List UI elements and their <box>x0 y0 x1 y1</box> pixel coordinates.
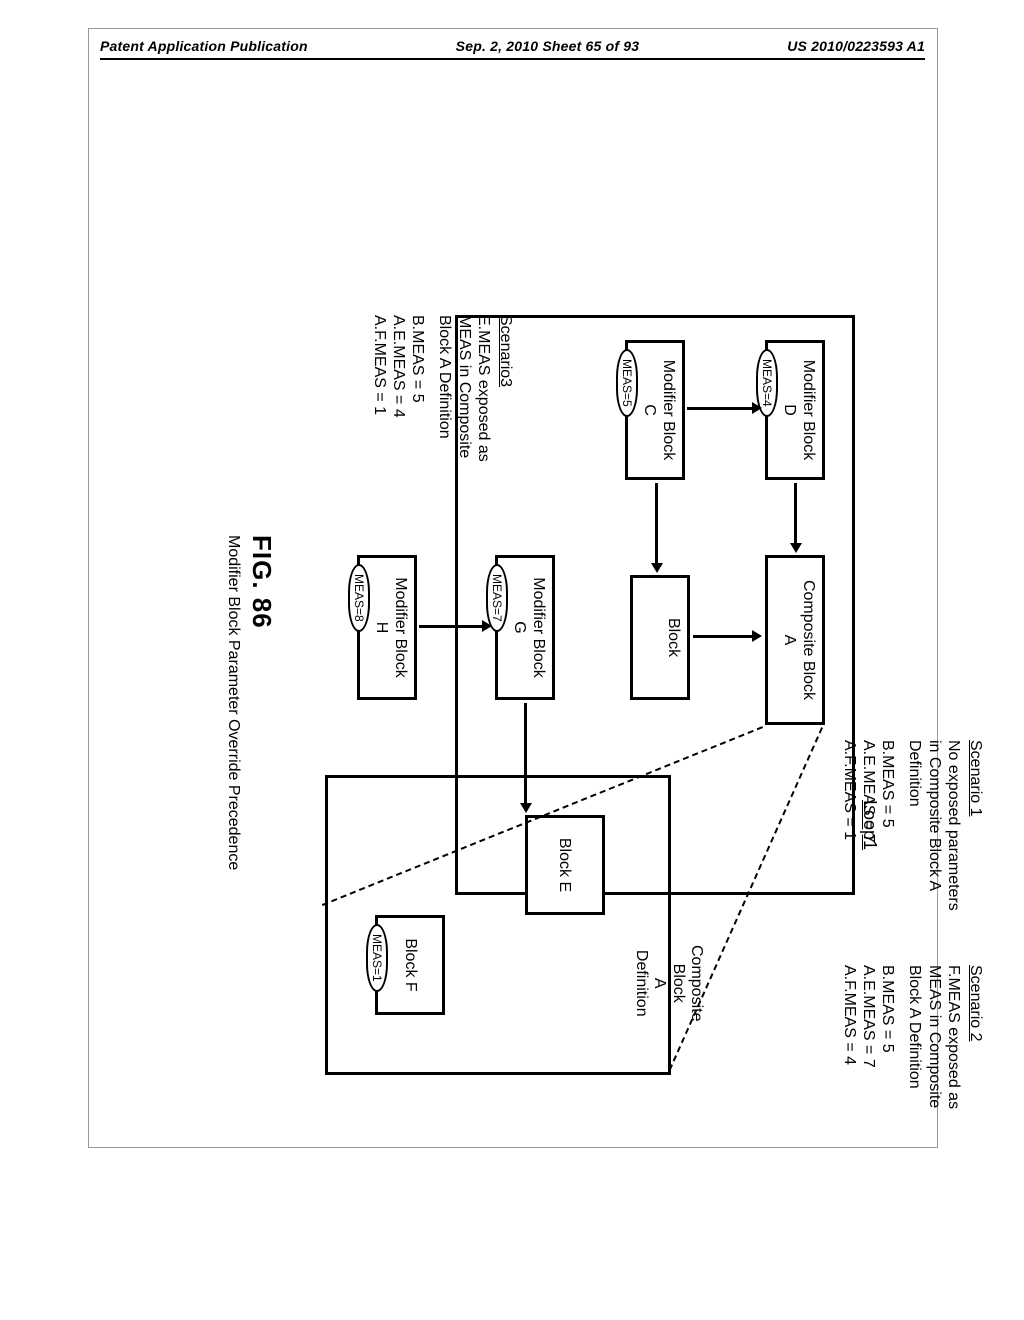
figure-caption-text: Modifier Block Parameter Override Preced… <box>221 535 243 870</box>
modifier-block-h: Modifier Block H MEAS=8 <box>357 555 417 700</box>
arrow-h-to-g-head <box>482 620 492 632</box>
scenario-2-vals: B.MEAS = 5 A.E.MEAS = 7 A.F.MEAS = 4 <box>840 965 898 1155</box>
scenario-1-vals: B.MEAS = 5 A.E.MEAS = 7 A.F.MEAS = 1 <box>840 740 898 955</box>
scenario-1-desc: No exposed parameters in Composite Block… <box>905 740 963 955</box>
scenario-3-vals: B.MEAS = 5 A.E.MEAS = 4 A.F.MEAS = 1 <box>370 315 428 515</box>
modifier-block-h-label: Modifier Block H <box>368 558 414 697</box>
scenario-2: Scenario 2 F.MEAS exposed as MEAS in Com… <box>840 965 985 1155</box>
scenario-1-val-0: B.MEAS = 5 <box>878 740 897 955</box>
modifier-block-d: Modifier Block D MEAS=4 <box>765 340 825 480</box>
scenario-1-title: Scenario 1 <box>966 740 985 955</box>
modifier-block-g: Modifier Block G MEAS=7 <box>495 555 555 700</box>
figure-caption: FIG. 86 Modifier Block Parameter Overrid… <box>221 535 280 870</box>
scenario-2-val-0: B.MEAS = 5 <box>878 965 897 1155</box>
page-header: Patent Application Publication Sep. 2, 2… <box>100 38 925 54</box>
arrow-h-to-g <box>419 625 483 628</box>
scenario-2-val-2: A.F.MEAS = 4 <box>840 965 859 1155</box>
diagram-stage: Loop1 Modifier Block D MEAS=4 Modifier B… <box>45 285 915 925</box>
scenario-3-title: Scenario3 <box>496 315 515 515</box>
header-center: Sep. 2, 2010 Sheet 65 of 93 <box>456 38 640 54</box>
scenario-1-val-1: A.E.MEAS = 7 <box>859 740 878 955</box>
figure-number: FIG. 86 <box>244 535 280 870</box>
scenario-2-val-1: A.E.MEAS = 7 <box>859 965 878 1155</box>
arrow-c-to-d <box>687 407 753 410</box>
scenario-3: Scenario3 E.MEAS exposed as MEAS in Comp… <box>370 315 515 515</box>
arrow-g-to-e <box>524 703 527 805</box>
scenario-3-val-1: A.E.MEAS = 4 <box>389 315 408 515</box>
arrow-d-to-a <box>794 483 797 545</box>
arrow-d-to-a-head <box>790 543 802 553</box>
modifier-block-c-label: Modifier Block C <box>636 343 682 477</box>
block-e-label: Block E <box>551 818 602 912</box>
block-f: Block F MEAS=1 <box>375 915 445 1015</box>
scenario-2-title: Scenario 2 <box>966 965 985 1155</box>
generic-block-label: Block <box>660 578 687 697</box>
scenario-3-desc: E.MEAS exposed as MEAS in Composite Bloc… <box>435 315 493 515</box>
modifier-block-c-meas: MEAS=5 <box>616 349 638 417</box>
arrow-c-to-block <box>655 483 658 565</box>
scenario-1-val-2: A.F.MEAS = 1 <box>840 740 859 955</box>
arrow-c-to-d-head <box>752 402 762 414</box>
modifier-block-c: Modifier Block C MEAS=5 <box>625 340 685 480</box>
header-right: US 2010/0223593 A1 <box>787 38 925 54</box>
arrow-g-to-e-head <box>520 803 532 813</box>
composite-block-a: Composite Block A <box>765 555 825 725</box>
generic-block: Block <box>630 575 690 700</box>
block-f-label: Block F <box>397 918 442 1012</box>
scenario-1: Scenario 1 No exposed parameters in Comp… <box>840 740 985 955</box>
block-e: Block E <box>525 815 605 915</box>
arrow-block-to-a-head <box>752 630 762 642</box>
composite-block-a-label: Composite Block A <box>776 558 822 722</box>
scenario-3-val-2: A.F.MEAS = 1 <box>370 315 389 515</box>
modifier-block-h-meas: MEAS=8 <box>348 564 370 632</box>
modifier-block-g-label: Modifier Block G <box>506 558 552 697</box>
arrow-c-to-block-head <box>651 563 663 573</box>
modifier-block-d-label: Modifier Block D <box>776 343 822 477</box>
header-left: Patent Application Publication <box>100 38 308 54</box>
arrow-block-to-a <box>693 635 753 638</box>
scenario-3-val-0: B.MEAS = 5 <box>408 315 427 515</box>
block-f-meas: MEAS=1 <box>366 924 388 992</box>
scenario-2-desc: F.MEAS exposed as MEAS in Composite Bloc… <box>905 965 963 1155</box>
header-rule <box>100 58 925 60</box>
